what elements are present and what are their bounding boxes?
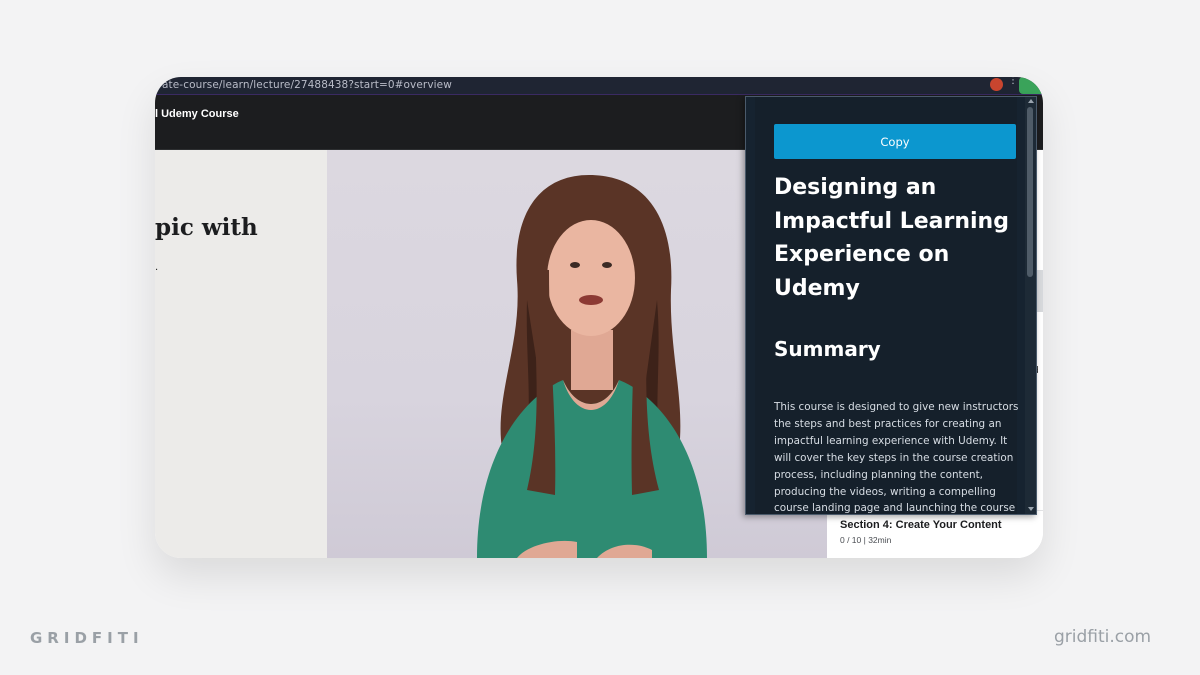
lecture-bullet: . [155,262,159,273]
scroll-up-icon[interactable] [1028,99,1034,103]
screenshot-card: ate-course/learn/lecture/27488438?start=… [155,77,1043,558]
brand-logo: GRIDFITI [30,629,144,647]
lecture-slide-panel: pic with . [155,150,327,558]
summary-heading: Summary [774,337,881,361]
section-item[interactable]: Section 4: Create Your Content 0 / 10 | … [827,510,1043,558]
summary-extension-popup: Copy Designing an Impactful Learning Exp… [745,96,1037,515]
presenter-mouth [579,295,603,305]
copy-button[interactable]: Copy [774,124,1016,159]
presenter-face [547,220,635,336]
brave-extension-icon[interactable] [990,78,1003,91]
browser-address-bar[interactable]: ate-course/learn/lecture/27488438?start=… [155,77,1043,95]
presenter-neck [571,330,613,390]
section-meta: 0 / 10 | 32min [840,535,892,545]
more-options-icon[interactable]: ⋮ [1008,77,1018,91]
brand-url: gridfiti.com [1054,627,1152,647]
section-title[interactable]: Section 4: Create Your Content [840,519,1002,531]
popup-scroll-thumb[interactable] [1027,107,1033,277]
extension-icon[interactable] [1019,77,1043,94]
url-text[interactable]: ate-course/learn/lecture/27488438?start=… [162,77,452,94]
popup-content: Copy Designing an Impactful Learning Exp… [755,97,1018,514]
summary-course-title: Designing an Impactful Learning Experien… [774,175,1009,301]
course-title[interactable]: l Udemy Course [155,108,239,120]
presenter-eye [570,262,580,268]
scroll-down-icon[interactable] [1028,507,1034,511]
presenter-eye [602,262,612,268]
summary-body: This course is designed to give new inst… [774,401,1019,515]
lecture-heading: pic with [155,214,258,241]
